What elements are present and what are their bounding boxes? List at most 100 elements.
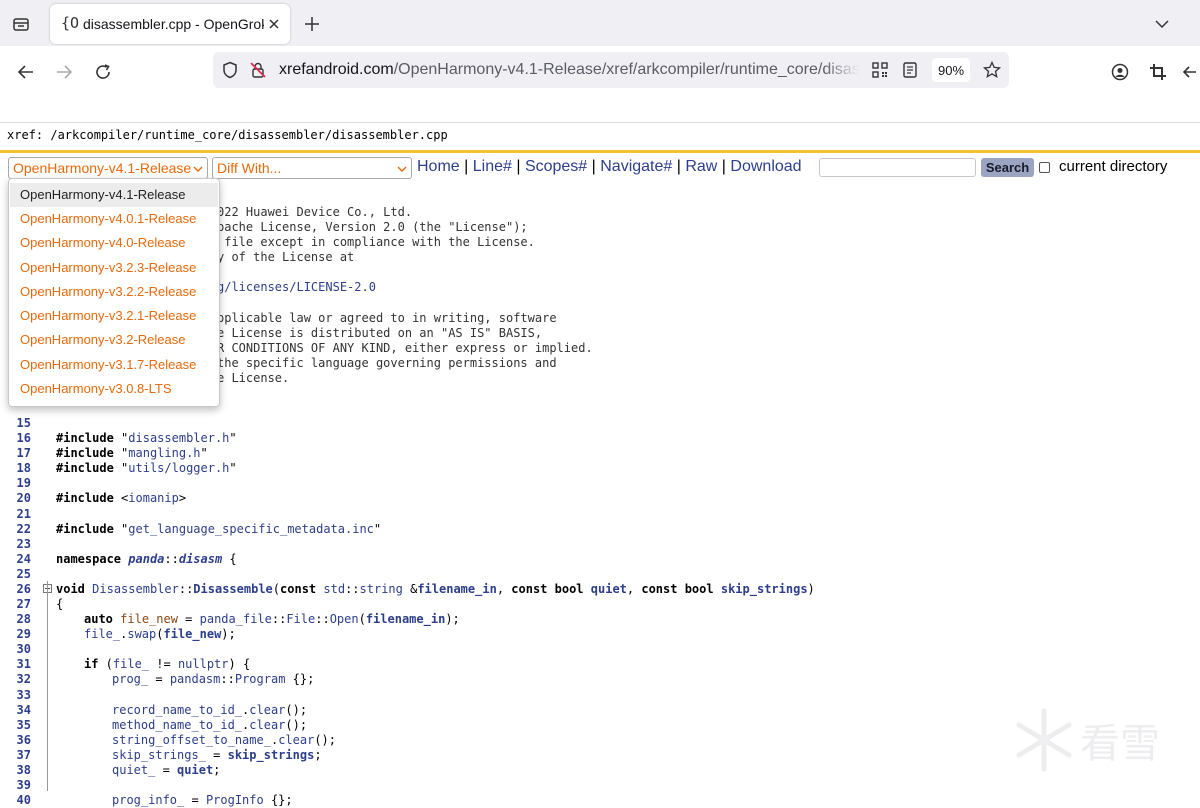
include-link[interactable]: disassembler.h xyxy=(128,431,229,445)
account-icon[interactable] xyxy=(1106,58,1134,86)
line-number[interactable]: 28 xyxy=(0,612,31,627)
line-number[interactable]: 15 xyxy=(0,416,31,431)
line-number[interactable]: 26 xyxy=(0,582,31,597)
line-number[interactable]: 19 xyxy=(0,476,31,491)
scopes-link[interactable]: Scopes# xyxy=(525,158,587,175)
version-option[interactable]: OpenHarmony-v3.1.7-Release xyxy=(10,353,218,377)
code-line: 33 xyxy=(0,688,1200,703)
code-line: 26 void Disassembler::Disassemble(const s… xyxy=(0,582,1200,597)
close-tab-icon[interactable] xyxy=(264,14,284,34)
forward-arrow-icon[interactable] xyxy=(50,58,78,86)
line-number[interactable]: 17 xyxy=(0,446,31,461)
crop-screenshot-icon[interactable] xyxy=(1144,58,1172,86)
search-button[interactable]: Search xyxy=(981,158,1034,177)
snowflake-logo-icon: 看雪 xyxy=(1016,708,1160,772)
line-number[interactable]: 30 xyxy=(0,642,31,657)
code-line: 27{ xyxy=(0,597,1200,612)
line-number[interactable]: 34 xyxy=(0,703,31,718)
code-line: 15 xyxy=(0,416,1200,431)
watermark-text: 看雪 xyxy=(1080,721,1160,767)
chevron-down-icon xyxy=(193,161,203,177)
current-directory-label: current directory xyxy=(1059,158,1168,175)
line-number[interactable]: 33 xyxy=(0,688,31,703)
url-text[interactable]: xrefandroid.com/OpenHarmony-v4.1-Release… xyxy=(279,61,859,79)
version-dropdown-list: OpenHarmony-v4.1-Release OpenHarmony-v4.… xyxy=(8,178,220,407)
kanxue-watermark: 看雪 xyxy=(1010,705,1190,775)
code-line: 19 xyxy=(0,476,1200,491)
code-line: 31 if (file_ != nullptr) { xyxy=(0,657,1200,672)
code-line: 21 xyxy=(0,507,1200,522)
code-line: 28 auto file_new = panda_file::File::Open… xyxy=(0,612,1200,627)
code-line: 20 #include <iomanip> xyxy=(0,491,1200,506)
line-number[interactable]: 18 xyxy=(0,461,31,476)
namespace-link[interactable]: disasm xyxy=(179,552,222,566)
version-option[interactable]: OpenHarmony-v4.0-Release xyxy=(10,231,218,255)
version-option[interactable]: OpenHarmony-v3.2.2-Release xyxy=(10,280,218,304)
line-number[interactable]: 40 xyxy=(0,793,31,808)
navigate-link[interactable]: Navigate# xyxy=(600,158,672,175)
include-link[interactable]: iomanip xyxy=(128,491,179,505)
back-arrow-icon[interactable] xyxy=(12,58,40,86)
line-number[interactable]: 31 xyxy=(0,657,31,672)
extension-arrow-icon[interactable] xyxy=(1180,58,1200,86)
line-number[interactable]: 36 xyxy=(0,733,31,748)
code-line: 25 xyxy=(0,567,1200,582)
version-option[interactable]: OpenHarmony-v3.2-Release xyxy=(10,328,218,352)
new-tab-icon[interactable] xyxy=(300,12,324,36)
tab-list-icon[interactable] xyxy=(8,11,34,37)
raw-link[interactable]: Raw xyxy=(685,158,717,175)
line-number[interactable]: 21 xyxy=(0,507,31,522)
url-path: /OpenHarmony-v4.1-Release/xref/arkcompil… xyxy=(393,61,859,78)
diff-select-value: Diff With... xyxy=(217,160,282,176)
code-line: 29 file_.swap(file_new); xyxy=(0,627,1200,642)
include-link[interactable]: utils/logger.h xyxy=(128,461,229,475)
line-number[interactable]: 38 xyxy=(0,763,31,778)
namespace-link[interactable]: panda xyxy=(128,552,164,566)
line-number[interactable]: 35 xyxy=(0,718,31,733)
version-option[interactable]: OpenHarmony-v4.1-Release xyxy=(10,183,218,207)
line-number[interactable]: 16 xyxy=(0,431,31,446)
line-number[interactable]: 37 xyxy=(0,748,31,763)
version-option[interactable]: OpenHarmony-v3.0.8-LTS xyxy=(10,377,218,401)
include-link[interactable]: get_language_specific_metadata.inc xyxy=(128,522,374,536)
line-number[interactable]: 29 xyxy=(0,627,31,642)
line-number[interactable]: 39 xyxy=(0,778,31,793)
zoom-level-button[interactable]: 90% xyxy=(932,58,970,82)
code-line: 39 xyxy=(0,778,1200,793)
current-directory-checkbox[interactable] xyxy=(1039,162,1050,173)
download-link[interactable]: Download xyxy=(730,158,801,175)
tab-bar: {O disassembler.cpp - OpenGrok cross ref… xyxy=(0,0,1200,46)
line-number[interactable]: 22 xyxy=(0,522,31,537)
line-number[interactable]: 25 xyxy=(0,567,31,582)
opengrok-favicon-icon: {O xyxy=(61,14,80,32)
version-option[interactable]: OpenHarmony-v3.2.1-Release xyxy=(10,304,218,328)
version-option[interactable]: OpenHarmony-v4.0.1-Release xyxy=(10,207,218,231)
bookmark-star-icon[interactable] xyxy=(982,60,1002,80)
qr-code-icon[interactable] xyxy=(870,60,890,80)
line-number[interactable]: 27 xyxy=(0,597,31,612)
include-link[interactable]: mangling.h xyxy=(128,446,200,460)
page-nav-links: Home | Line# | Scopes# | Navigate# | Raw… xyxy=(417,158,802,175)
line-number[interactable]: 24 xyxy=(0,552,31,567)
insecure-lock-icon[interactable] xyxy=(248,60,268,80)
line-number[interactable]: 20 xyxy=(0,491,31,506)
xref-breadcrumb: xref: /arkcompiler/runtime_core/disassem… xyxy=(7,128,448,142)
line-number[interactable]: 23 xyxy=(0,537,31,552)
url-bar[interactable]: xrefandroid.com/OpenHarmony-v4.1-Release… xyxy=(213,52,1009,88)
version-option[interactable]: OpenHarmony-v3.2.3-Release xyxy=(10,256,218,280)
tab-title: disassembler.cpp - OpenGrok cross refere… xyxy=(83,16,283,32)
reader-view-icon[interactable] xyxy=(900,60,920,80)
shield-icon[interactable] xyxy=(220,60,240,80)
diff-with-select[interactable]: Diff With... xyxy=(212,157,412,179)
home-link[interactable]: Home xyxy=(417,158,460,175)
browser-tab[interactable]: {O disassembler.cpp - OpenGrok cross ref… xyxy=(50,4,290,44)
version-select[interactable]: OpenHarmony-v4.1-Release xyxy=(8,157,208,179)
reload-icon[interactable] xyxy=(89,58,117,86)
navigation-bar: xrefandroid.com/OpenHarmony-v4.1-Release… xyxy=(0,46,1200,123)
code-line: 16 #include "disassembler.h" xyxy=(0,431,1200,446)
line-number[interactable]: 32 xyxy=(0,672,31,687)
code-line: 23 xyxy=(0,537,1200,552)
search-input[interactable] xyxy=(819,158,976,177)
chevron-down-icon[interactable] xyxy=(1150,12,1174,36)
line-numbers-link[interactable]: Line# xyxy=(473,158,512,175)
